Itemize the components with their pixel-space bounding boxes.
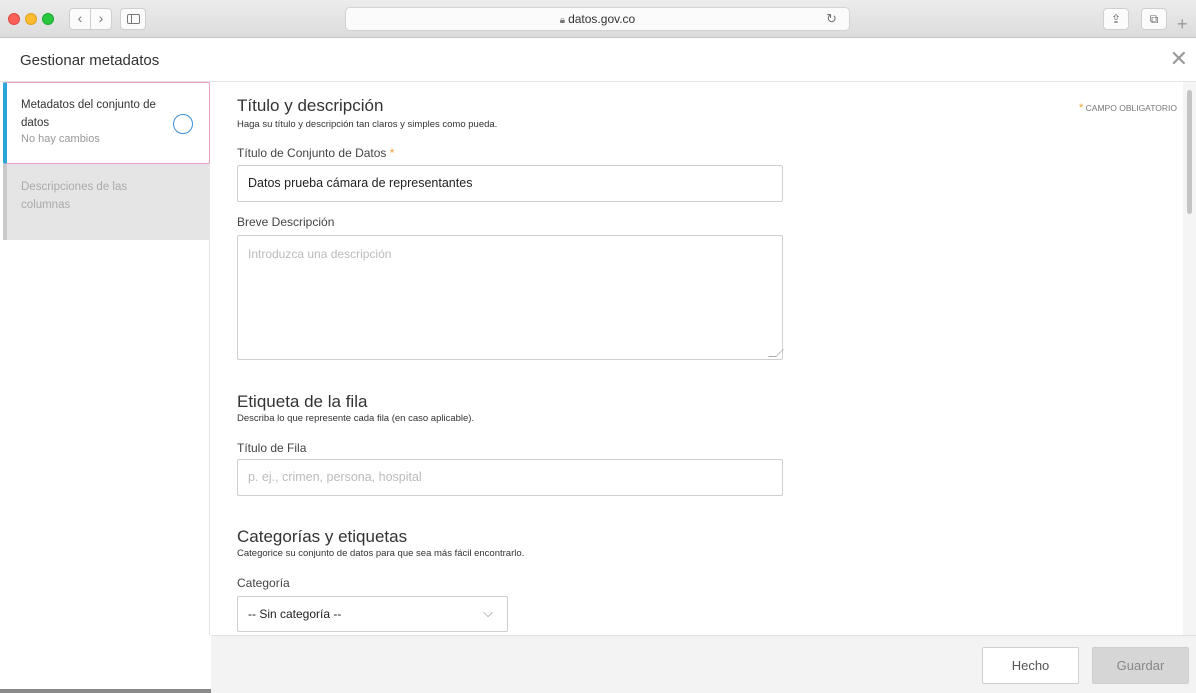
short-description-label: Breve Descripción [237,215,335,229]
modal-footer: Hecho Guardar [211,635,1196,693]
done-button[interactable]: Hecho [982,647,1079,684]
sidebar-icon [126,14,140,24]
chevron-down-icon: ⌵ [483,605,493,620]
required-field-note: * CAMPO OBLIGATORIO [1079,102,1177,114]
zoom-window-button[interactable] [42,13,54,25]
row-title-input[interactable]: p. ej., crimen, persona, hospital [237,459,783,496]
short-description-textarea[interactable]: Introduzca una descripción [237,235,784,360]
dataset-title-label: Título de Conjunto de Datos * [237,146,395,160]
new-tab-button[interactable]: + [1177,14,1188,35]
close-window-button[interactable] [8,13,20,25]
back-button[interactable]: ‹ [69,8,91,30]
modal-title: Gestionar metadatos [20,52,160,69]
status-circle-icon [173,114,193,134]
address-bar[interactable]: 🔒︎ datos.gov.co ↻ [345,7,850,31]
section-title-title-description: Título y descripción [237,96,384,115]
sidebar-toggle-button[interactable] [120,8,146,30]
lock-icon: 🔒︎ [559,15,566,26]
browser-toolbar: ‹ › 🔒︎ datos.gov.co ↻ ⇪ ⧉ + [0,0,1196,38]
section-desc: Haga su título y descripción tan claros … [237,119,498,130]
required-star-icon: * [389,146,395,160]
tabs-icon: ⧉ [1149,12,1159,26]
close-icon[interactable]: ✕ [1170,46,1188,72]
row-title-label: Título de Fila [237,441,307,455]
section-desc: Describa lo que represente cada fila (en… [237,413,475,424]
section-title-categories: Categorías y etiquetas [237,527,408,546]
save-button[interactable]: Guardar [1092,647,1189,684]
reload-icon[interactable]: ↻ [826,11,837,27]
modal-header: Gestionar metadatos ✕ [0,38,1196,82]
forward-button[interactable]: › [90,8,112,30]
section-title-row-label: Etiqueta de la fila [237,392,368,411]
category-select-value: -- Sin categoría -- [248,607,342,621]
footer-spacer [0,635,211,693]
scrollbar[interactable] [1183,82,1196,635]
chevron-left-icon: ‹ [77,10,83,26]
tab-overview-button[interactable]: ⧉ [1141,8,1167,30]
chevron-right-icon: › [98,10,104,26]
dataset-title-input[interactable]: Datos prueba cámara de representantes [237,165,783,202]
category-label: Categoría [237,576,290,590]
scrollbar-thumb[interactable] [1187,90,1192,214]
sidebar-item-dataset-metadata[interactable]: Metadatos del conjunto de datos No hay c… [3,82,210,164]
category-select[interactable]: -- Sin categoría -- ⌵ [237,596,508,632]
required-star-icon: * [1079,102,1084,114]
share-icon: ⇪ [1110,12,1122,26]
minimize-window-button[interactable] [25,13,37,25]
divider [0,689,211,693]
share-button[interactable]: ⇪ [1103,8,1129,30]
sidebar-item-status: No hay cambios [21,133,100,145]
main-form: * CAMPO OBLIGATORIO Título y descripción… [211,82,1182,635]
resize-handle-icon[interactable] [768,349,784,357]
section-desc: Categorice su conjunto de datos para que… [237,548,525,559]
url-text: datos.gov.co [568,12,636,26]
sidebar-item-column-descriptions[interactable]: Descripciones de las columnas [3,164,210,240]
sidebar-item-label: Metadatos del conjunto de datos [21,99,156,129]
sidebar-item-label: Descripciones de las columnas [21,181,128,211]
sidebar: Metadatos del conjunto de datos No hay c… [0,82,210,693]
